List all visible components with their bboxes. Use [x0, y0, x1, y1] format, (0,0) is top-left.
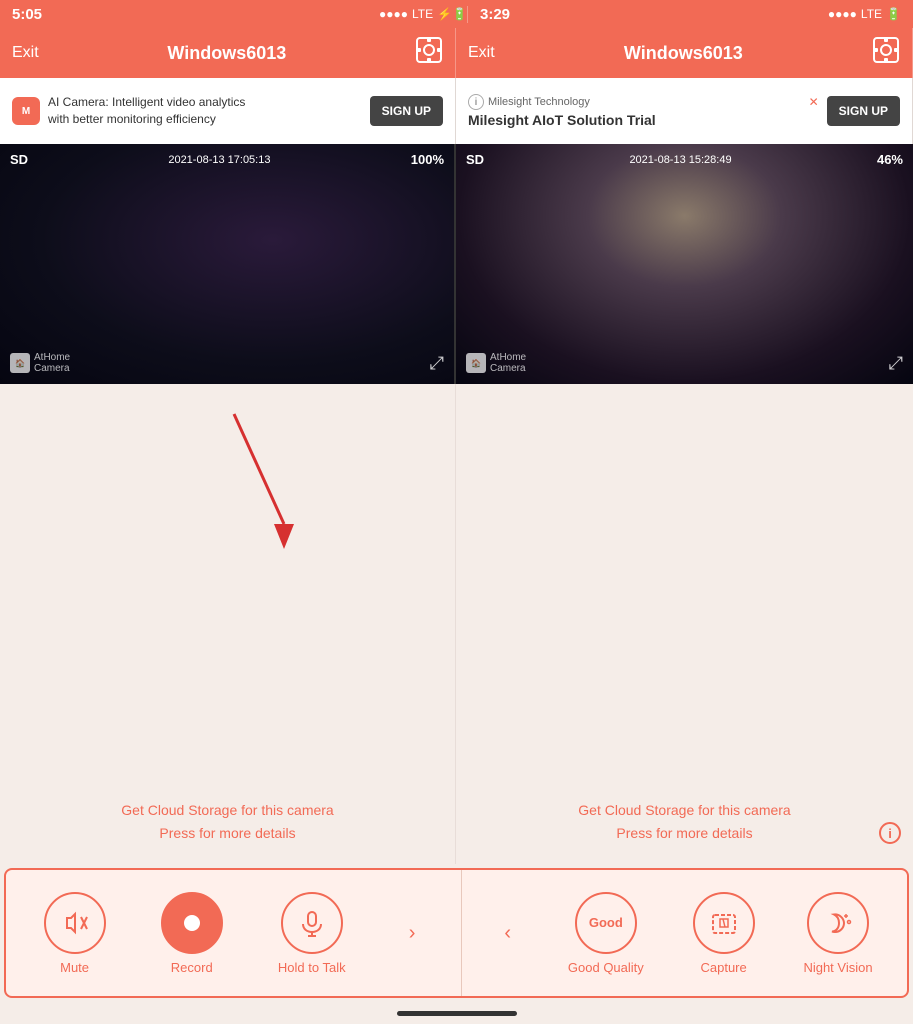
quality-text: Good	[589, 915, 623, 930]
left-camera-panel: SD 2021-08-13 17:05:13 100% 🏠 AtHomeCame…	[0, 144, 456, 384]
hold-to-talk-button[interactable]: Hold to Talk	[278, 892, 346, 975]
middle-row: Get Cloud Storage for this camera Press …	[0, 384, 913, 864]
right-ad-info-row: i Milesight Technology ✕	[468, 94, 819, 110]
record-circle	[161, 892, 223, 954]
right-signal-icon: ●●●●	[828, 7, 857, 21]
left-battery-percent: 100%	[411, 152, 444, 167]
ad-close-icon[interactable]: ✕	[809, 95, 819, 109]
right-athome-logo-icon: 🏠	[466, 353, 486, 373]
signal-icon: ●●●●	[379, 7, 408, 21]
left-datetime: 2021-08-13 17:05:13	[168, 154, 270, 166]
night-vision-circle	[807, 892, 869, 954]
right-ad-panel[interactable]: i Milesight Technology ✕ Milesight AIoT …	[456, 78, 913, 144]
hold-to-talk-circle	[281, 892, 343, 954]
capture-button[interactable]: Capture	[693, 892, 755, 975]
right-middle-panel: Get Cloud Storage for this camera Press …	[456, 384, 913, 864]
quality-label: Good Quality	[568, 960, 644, 975]
left-cloud-storage-text[interactable]: Get Cloud Storage for this camera Press …	[121, 799, 333, 844]
left-camera-overlay: SD 2021-08-13 17:05:13 100%	[0, 152, 454, 167]
left-controls-panel: Mute Record Hold to Talk	[6, 870, 462, 996]
capture-icon	[710, 909, 738, 937]
right-settings-icon[interactable]	[872, 36, 900, 70]
record-icon	[178, 909, 206, 937]
left-expand-icon[interactable]: ⤢	[430, 353, 444, 374]
right-lte-label: LTE	[861, 7, 882, 21]
ad-company-name: Milesight Technology	[488, 96, 590, 108]
mute-icon	[61, 909, 89, 937]
mute-button[interactable]: Mute	[44, 892, 106, 975]
capture-circle	[693, 892, 755, 954]
right-signup-button[interactable]: SIGN UP	[827, 96, 900, 126]
athome-logo-icon: 🏠	[10, 353, 30, 373]
left-nav-arrow[interactable]: ‹	[496, 914, 519, 953]
record-label: Record	[171, 960, 213, 975]
left-camera-feed	[0, 144, 454, 384]
home-indicator	[0, 1002, 913, 1024]
left-header-panel: Exit Windows6013	[0, 28, 456, 78]
status-bar: 5:05 ●●●● LTE ⚡🔋 3:29 ●●●● LTE 🔋	[0, 0, 913, 28]
lte-label: LTE	[412, 7, 433, 21]
hold-to-talk-label: Hold to Talk	[278, 960, 346, 975]
status-bar-left: 5:05 ●●●● LTE ⚡🔋	[12, 6, 468, 23]
left-sd-label: SD	[10, 152, 28, 167]
info-icon: i	[468, 94, 484, 110]
moon-icon	[824, 909, 852, 937]
right-athome-text: AtHomeCamera	[490, 352, 526, 374]
status-bar-right: 3:29 ●●●● LTE 🔋	[468, 6, 901, 23]
right-sd-label: SD	[466, 152, 484, 167]
mute-circle	[44, 892, 106, 954]
night-vision-label: Night Vision	[803, 960, 872, 975]
arrow-annotation	[204, 394, 324, 554]
left-settings-icon[interactable]	[415, 36, 443, 70]
right-camera-feed	[456, 144, 913, 384]
right-cloud-storage-text[interactable]: Get Cloud Storage for this camera Press …	[578, 799, 790, 844]
quality-button[interactable]: Good Good Quality	[568, 892, 644, 975]
ad-line2: with better monitoring efficiency	[48, 111, 362, 128]
quality-circle: Good	[575, 892, 637, 954]
microphone-icon	[298, 909, 326, 937]
night-vision-button[interactable]: Night Vision	[803, 892, 872, 975]
left-status-icons: ●●●● LTE ⚡🔋	[379, 7, 467, 21]
left-athome-watermark: 🏠 AtHomeCamera	[10, 352, 70, 374]
left-middle-panel: Get Cloud Storage for this camera Press …	[0, 384, 456, 864]
milesight-logo: M	[12, 97, 40, 125]
info-circle-button[interactable]: i	[879, 822, 901, 844]
athome-text: AtHomeCamera	[34, 352, 70, 374]
battery-icon: ⚡🔋	[437, 7, 467, 21]
right-battery-percent: 46%	[877, 152, 903, 167]
camera-row: SD 2021-08-13 17:05:13 100% 🏠 AtHomeCame…	[0, 144, 913, 384]
controls-row: Mute Record Hold to Talk	[4, 868, 909, 998]
ad-line1: AI Camera: Intelligent video analytics	[48, 94, 362, 111]
right-athome-watermark: 🏠 AtHomeCamera	[466, 352, 526, 374]
left-cloud-line1: Get Cloud Storage for this camera	[121, 799, 333, 821]
left-cloud-line2: Press for more details	[121, 822, 333, 844]
header-row: Exit Windows6013 Exit Windows6013	[0, 28, 913, 78]
capture-label: Capture	[700, 960, 746, 975]
ad-main-title: Milesight AIoT Solution Trial	[468, 112, 819, 128]
right-datetime: 2021-08-13 15:28:49	[629, 154, 731, 166]
right-nav-arrow[interactable]: ›	[401, 914, 424, 953]
left-signup-button[interactable]: SIGN UP	[370, 96, 443, 126]
right-controls-panel: ‹ Good Good Quality Capture	[462, 870, 907, 996]
left-time: 5:05	[12, 6, 42, 23]
mute-label: Mute	[60, 960, 89, 975]
left-ad-text: AI Camera: Intelligent video analytics w…	[48, 94, 362, 128]
left-ad-panel[interactable]: M AI Camera: Intelligent video analytics…	[0, 78, 456, 144]
right-status-icons: ●●●● LTE 🔋	[828, 7, 901, 21]
left-camera-title: Windows6013	[39, 43, 415, 64]
home-bar	[397, 1011, 517, 1016]
right-battery-icon: 🔋	[886, 7, 901, 21]
right-cloud-line2: Press for more details	[578, 822, 790, 844]
right-camera-title: Windows6013	[495, 43, 872, 64]
right-exit-button[interactable]: Exit	[468, 44, 495, 62]
right-cloud-line1: Get Cloud Storage for this camera	[578, 799, 790, 821]
right-camera-overlay: SD 2021-08-13 15:28:49 46%	[456, 152, 913, 167]
left-exit-button[interactable]: Exit	[12, 44, 39, 62]
record-button[interactable]: Record	[161, 892, 223, 975]
right-expand-icon[interactable]: ⤢	[889, 353, 903, 374]
right-header-panel: Exit Windows6013	[456, 28, 913, 78]
right-camera-panel: SD 2021-08-13 15:28:49 46% 🏠 AtHomeCamer…	[456, 144, 913, 384]
ad-row: M AI Camera: Intelligent video analytics…	[0, 78, 913, 144]
right-time: 3:29	[480, 6, 510, 23]
